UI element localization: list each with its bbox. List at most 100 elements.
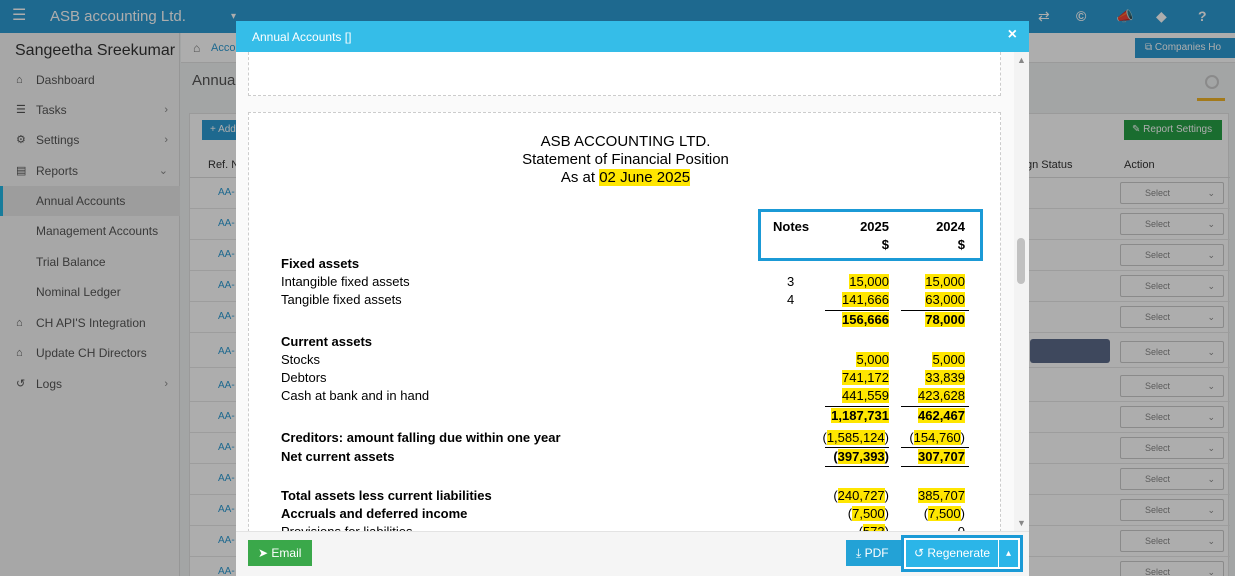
year-2025-header: 2025 — [860, 219, 889, 234]
total-rule — [825, 447, 889, 448]
modal-header: Annual Accounts [] × — [236, 21, 1029, 52]
statement-row-label: Current assets — [281, 334, 373, 349]
statement-value-2025: 15,000 — [809, 274, 889, 289]
modal-body: ASB ACCOUNTING LTD. Statement of Financi… — [236, 52, 1029, 531]
statement-row-label: Stocks — [281, 352, 321, 367]
value-text: 154,760 — [913, 430, 961, 445]
value-text: 156,666 — [842, 312, 889, 327]
total-rule — [825, 406, 889, 407]
statement-value-2025: 141,666 — [809, 292, 889, 307]
statement-value-2024: 462,467 — [901, 408, 965, 423]
as-at-date: 02 June 2025 — [599, 169, 691, 186]
button-label: Email — [271, 546, 302, 560]
statement-row-label: Net current assets — [281, 449, 395, 464]
regenerate-button[interactable]: ↺ Regenerate — [906, 540, 998, 567]
regenerate-highlight-box: ↺ Regenerate ▴ — [901, 535, 1023, 572]
statement-note: 4 — [787, 292, 795, 307]
value-text: 1,187,731 — [831, 408, 889, 423]
value-text: 441,559 — [842, 388, 889, 403]
statement-value-2024: 423,628 — [901, 388, 965, 403]
statement-note: 3 — [787, 274, 795, 289]
statement-value-2024: 385,707 — [901, 488, 965, 503]
statement-row-label: Intangible fixed assets — [281, 274, 410, 289]
year-2024-header: 2024 — [936, 219, 965, 234]
total-rule — [901, 310, 969, 311]
statement-value-2025: (7,500) — [847, 506, 889, 521]
send-icon: ➤ — [258, 546, 272, 560]
pdf-button[interactable]: ⤓ PDF — [846, 540, 901, 566]
value-text: 78,000 — [925, 312, 965, 327]
scrollbar-thumb[interactable] — [1017, 238, 1025, 284]
value-text: 397,393 — [837, 449, 885, 464]
statement-value-2024: (154,760) — [909, 430, 965, 445]
value-text: 63,000 — [925, 292, 965, 307]
close-icon[interactable]: × — [1008, 27, 1017, 43]
total-rule — [901, 406, 969, 407]
modal-footer: ➤ Email ⤓ PDF ↺ Regenerate ▴ — [236, 531, 1029, 576]
statement-row-label: Fixed assets — [281, 256, 360, 271]
value-text: 33,839 — [925, 370, 965, 385]
statement-value-2024: (7,500) — [923, 506, 965, 521]
value-text: 307,707 — [918, 449, 965, 464]
value-text: 1,585,124 — [826, 430, 885, 445]
total-rule — [825, 310, 889, 311]
currency-2025-header: $ — [881, 237, 889, 252]
value-text: 573 — [862, 524, 885, 531]
statement-value-2025: (1,585,124) — [822, 430, 889, 445]
total-rule — [825, 466, 889, 467]
download-icon: ⤓ — [856, 546, 865, 560]
as-at-prefix: As at — [560, 169, 596, 186]
button-label: PDF — [864, 546, 889, 560]
total-rule — [901, 466, 969, 467]
header-highlight-box — [758, 209, 983, 261]
value-text: 423,628 — [918, 388, 965, 403]
statement-row-label: Accruals and deferred income — [281, 506, 468, 521]
email-button[interactable]: ➤ Email — [248, 540, 312, 566]
statement-row-label: Debtors — [281, 370, 327, 385]
value-text: 240,727 — [837, 488, 885, 503]
statement-value-2024: 15,000 — [901, 274, 965, 289]
currency-2024-header: $ — [957, 237, 965, 252]
statement-row-label: Total assets less current liabilities — [281, 488, 492, 503]
statement-value-2025: 441,559 — [809, 388, 889, 403]
statement-value-2024: 307,707 — [901, 449, 965, 464]
value-text: 141,666 — [842, 292, 889, 307]
value-text: 0 — [958, 524, 965, 531]
document-page — [248, 52, 1001, 96]
statement-value-2025: 1,187,731 — [809, 408, 889, 423]
statement-value-2024: 63,000 — [901, 292, 965, 307]
value-text: 7,500 — [852, 506, 885, 521]
button-label: Regenerate — [927, 546, 991, 560]
statement-value-2024: 33,839 — [901, 370, 965, 385]
value-text: 5,000 — [932, 352, 965, 367]
value-text: 741,172 — [842, 370, 889, 385]
as-at-heading: As at 02 June 2025 — [249, 169, 1002, 186]
notes-header: Notes — [773, 219, 810, 234]
value-text: 15,000 — [849, 274, 889, 289]
chevron-up-icon[interactable]: ▴ — [999, 540, 1018, 567]
statement-row-label: Cash at bank and in hand — [281, 388, 430, 403]
total-rule — [901, 447, 969, 448]
value-text: 462,467 — [918, 408, 965, 423]
scrollbar[interactable]: ▲ ▼ — [1014, 52, 1029, 531]
value-text: 5,000 — [856, 352, 889, 367]
value-text: 15,000 — [925, 274, 965, 289]
value-text: 385,707 — [918, 488, 965, 503]
company-heading: ASB ACCOUNTING LTD. — [540, 133, 711, 150]
scroll-down-icon[interactable]: ▼ — [1017, 518, 1026, 528]
scroll-up-icon[interactable]: ▲ — [1017, 55, 1026, 65]
value-text: 7,500 — [928, 506, 961, 521]
statement-value-2025: 156,666 — [809, 312, 889, 327]
statement-value-2025: (240,727) — [833, 488, 889, 503]
annual-accounts-modal: Annual Accounts [] × ASB ACCOUNTING LTD.… — [236, 21, 1029, 576]
document-page: ASB ACCOUNTING LTD. Statement of Financi… — [248, 112, 1001, 531]
statement-value-2025: 741,172 — [809, 370, 889, 385]
statement-value-2024: 0 — [901, 524, 965, 531]
statement-value-2024: 5,000 — [901, 352, 965, 367]
statement-heading: Statement of Financial Position — [522, 151, 729, 168]
statement-value-2024: 78,000 — [901, 312, 965, 327]
statement-value-2025: (397,393) — [833, 449, 889, 464]
statement-value-2025: (573) — [809, 524, 889, 531]
refresh-icon: ↺ — [914, 546, 928, 560]
statement-row-label: Provisions for liabilities — [281, 524, 413, 531]
